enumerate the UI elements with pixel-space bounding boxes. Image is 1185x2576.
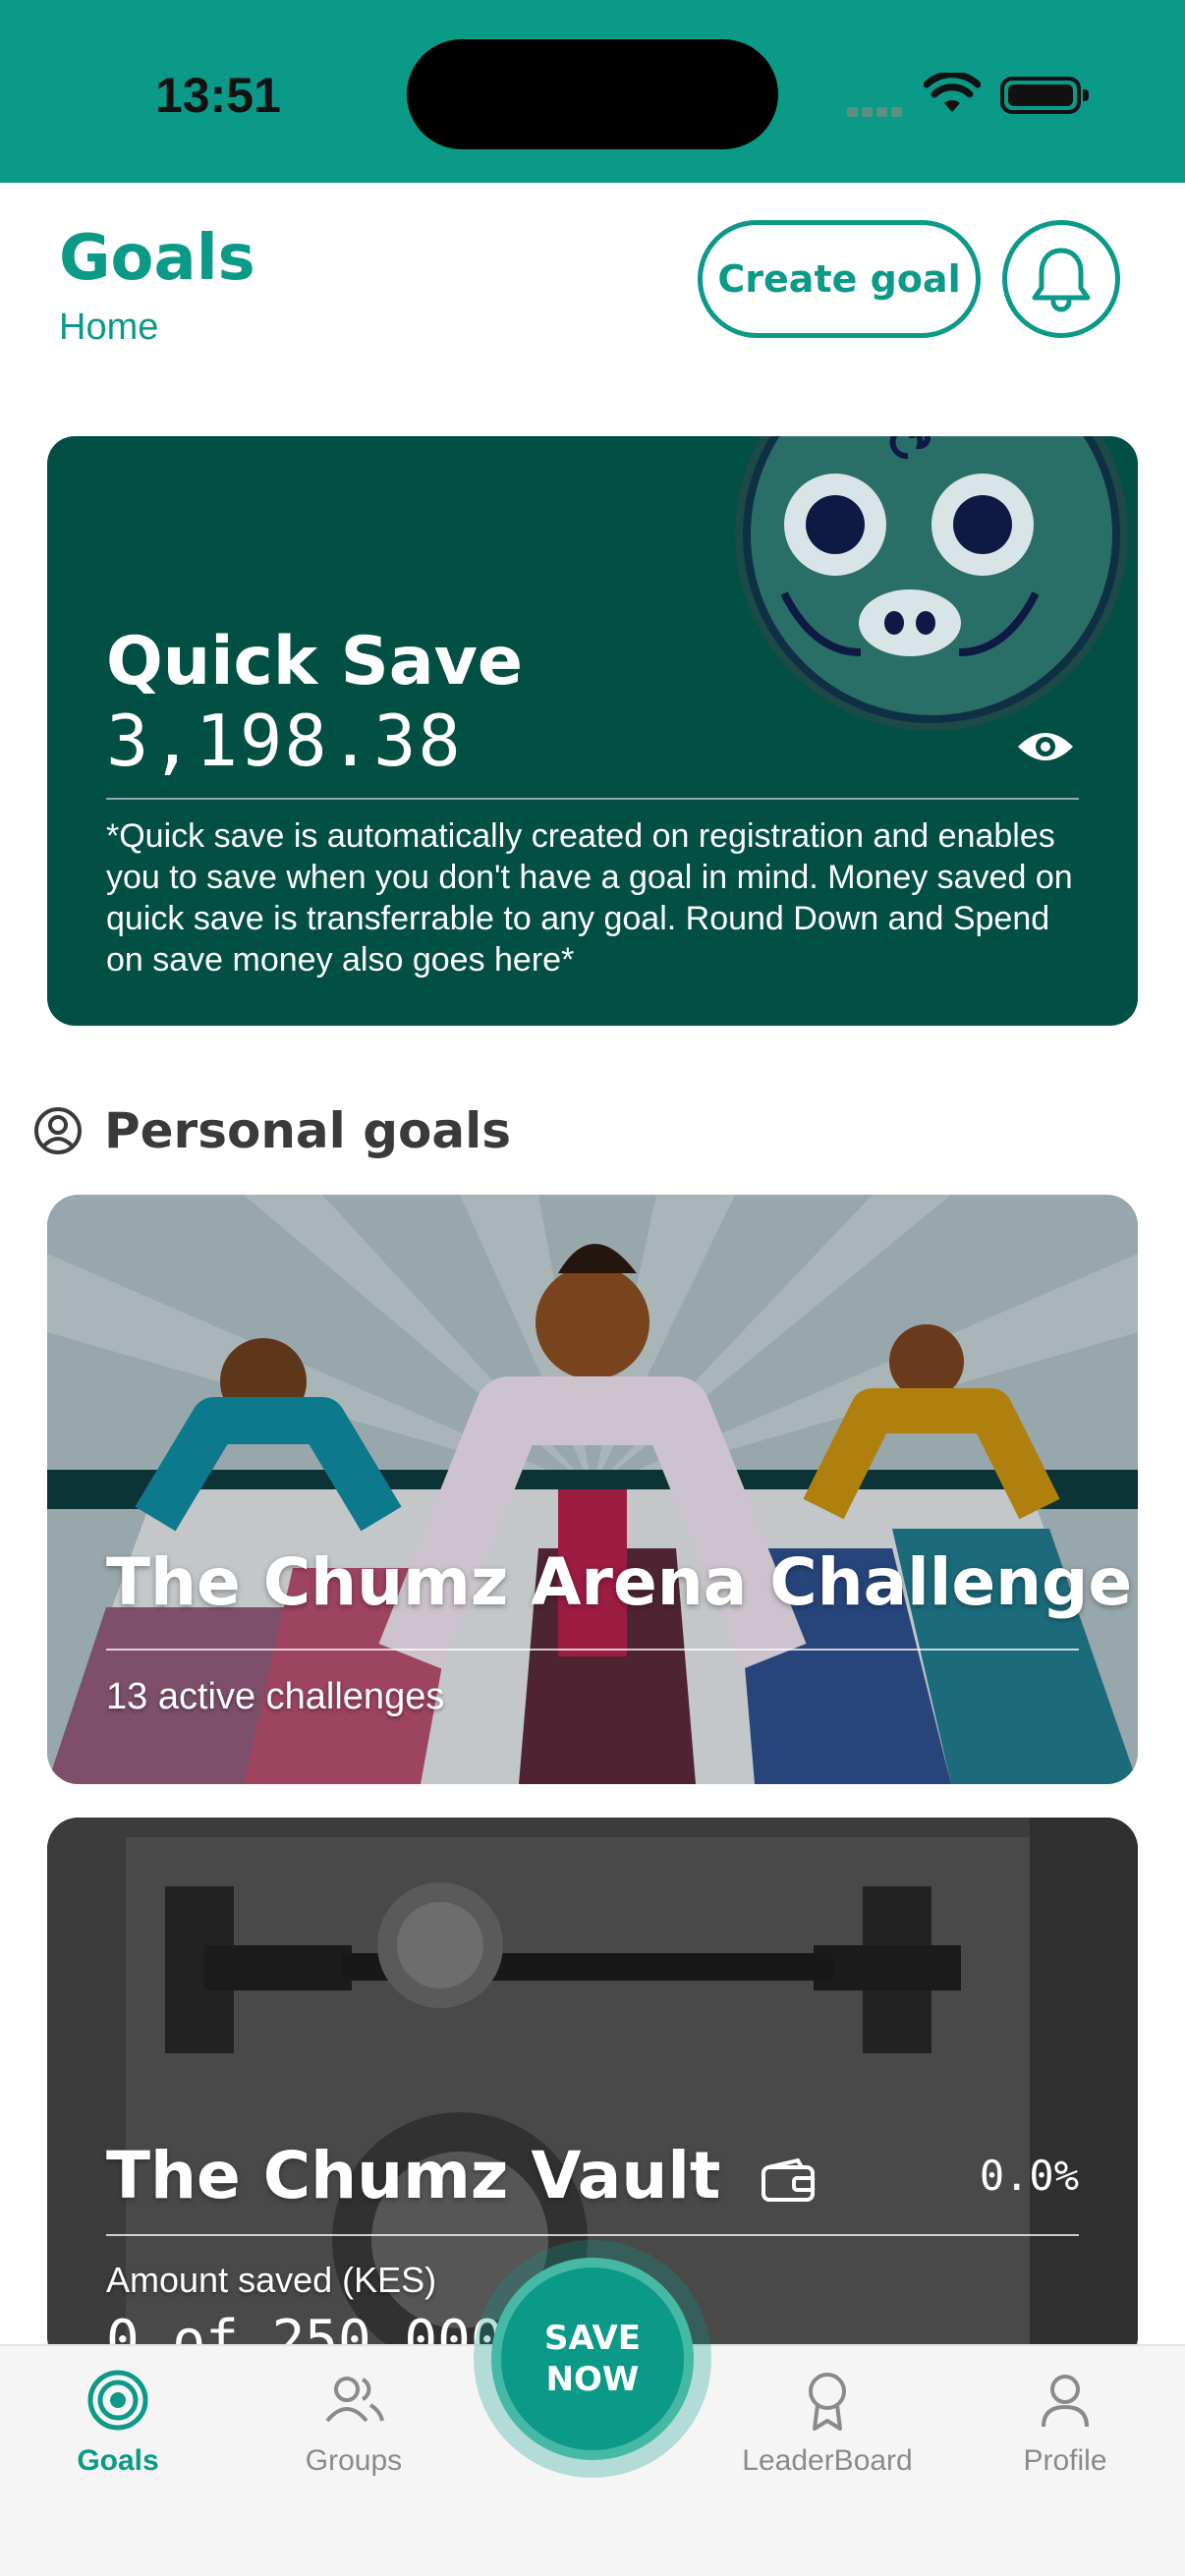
battery-icon xyxy=(1000,77,1089,114)
arena-subtitle: 13 active challenges xyxy=(106,1676,445,1717)
arena-divider xyxy=(106,1649,1079,1651)
notifications-button[interactable] xyxy=(1002,220,1120,338)
save-now-line1: SAVE xyxy=(543,2319,642,2358)
quick-save-amount: 3,198.38 xyxy=(106,700,463,782)
nav-groups-label: Groups xyxy=(305,2444,403,2477)
save-now-button[interactable]: SAVE NOW xyxy=(491,2258,694,2460)
vault-title-row: The Chumz Vault xyxy=(106,2138,816,2213)
quick-save-note: *Quick save is automatically created on … xyxy=(106,817,1073,979)
vault-title: The Chumz Vault xyxy=(106,2138,721,2213)
nav-profile[interactable]: Profile xyxy=(967,2366,1163,2478)
vault-divider xyxy=(106,2234,1079,2236)
personal-goals-title: Personal goals xyxy=(104,1102,511,1159)
eye-icon[interactable] xyxy=(1016,727,1075,766)
quick-save-title: Quick Save xyxy=(106,623,524,700)
bell-icon xyxy=(1032,248,1091,312)
page-title: Goals xyxy=(59,222,255,295)
dynamic-island xyxy=(407,39,778,149)
arena-title: The Chumz Arena Challenge xyxy=(106,1544,1133,1620)
quick-save-card[interactable]: Quick Save 3,198.38 *Quick save is autom… xyxy=(47,436,1138,1026)
quick-save-divider xyxy=(106,798,1079,800)
cellular-signal-icon xyxy=(847,102,908,117)
breadcrumb[interactable]: Home xyxy=(59,307,158,349)
vault-percent: 0.0% xyxy=(979,2152,1079,2200)
award-icon xyxy=(809,2373,846,2431)
personal-goals-header: Personal goals xyxy=(33,1102,511,1159)
nav-groups[interactable]: Groups xyxy=(255,2366,452,2478)
status-bar: 13:51 xyxy=(0,0,1185,183)
vault-amount-label: Amount saved (KES) xyxy=(106,2260,437,2300)
wallet-icon xyxy=(762,2157,816,2202)
save-now-line2: NOW xyxy=(545,2360,640,2399)
user-circle-icon xyxy=(34,1107,82,1154)
groups-icon xyxy=(325,2377,384,2423)
nav-leaderboard-label: LeaderBoard xyxy=(742,2444,913,2477)
goal-card-arena[interactable]: The Chumz Arena Challenge 13 active chal… xyxy=(47,1195,1138,1784)
create-goal-button[interactable]: Create goal xyxy=(698,220,981,338)
nav-goals-label: Goals xyxy=(77,2444,159,2477)
target-icon xyxy=(87,2370,148,2431)
wifi-icon xyxy=(924,73,981,112)
nav-goals[interactable]: Goals xyxy=(20,2366,216,2478)
nav-leaderboard[interactable]: LeaderBoard xyxy=(729,2366,926,2478)
status-time: 13:51 xyxy=(155,68,281,123)
nav-profile-label: Profile xyxy=(1023,2444,1107,2477)
profile-icon xyxy=(1042,2375,1089,2428)
pig-logo-icon xyxy=(735,436,1128,731)
